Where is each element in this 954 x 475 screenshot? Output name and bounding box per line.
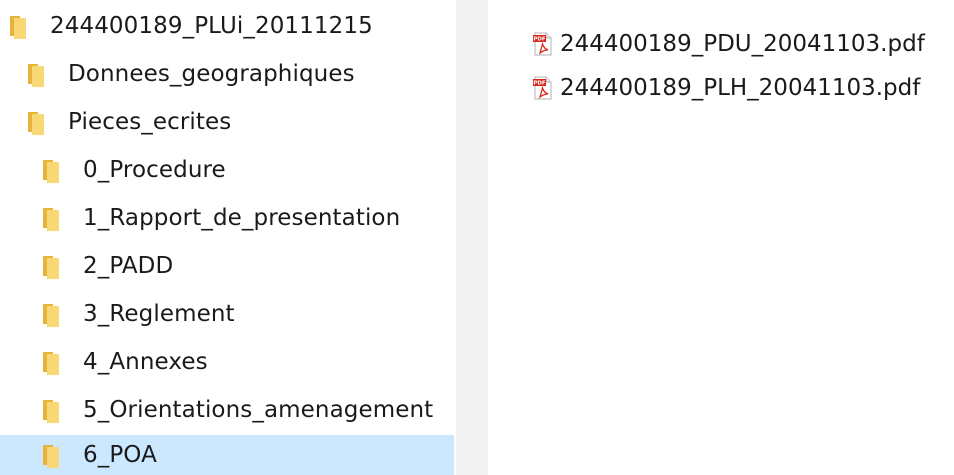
- folder-icon: [43, 442, 65, 468]
- folder-icon: [43, 397, 65, 423]
- svg-text:PDF: PDF: [533, 81, 546, 87]
- tree-item-donnees-geographiques[interactable]: Donnees_geographiques: [0, 51, 454, 97]
- pdf-icon: PDF: [532, 32, 554, 56]
- folder-icon: [10, 13, 32, 39]
- tree-item-plui-root[interactable]: 244400189_PLUi_20111215: [0, 3, 454, 49]
- file-name: 244400189_PLH_20041103.pdf: [560, 74, 921, 101]
- pane-splitter[interactable]: [456, 0, 488, 475]
- tree-item-0-procedure[interactable]: 0_Procedure: [0, 147, 454, 193]
- tree-item-4-annexes[interactable]: 4_Annexes: [0, 339, 454, 385]
- svg-text:PDF: PDF: [533, 37, 546, 43]
- file-item-pdu-pdf[interactable]: PDF 244400189_PDU_20041103.pdf: [532, 26, 925, 62]
- tree-item-5-orientations-amenagement[interactable]: 5_Orientations_amenagement: [0, 387, 454, 433]
- tree-item-label: 244400189_PLUi_20111215: [50, 12, 373, 39]
- tree-item-label: 4_Annexes: [83, 348, 208, 375]
- file-item-plh-pdf[interactable]: PDF 244400189_PLH_20041103.pdf: [532, 70, 920, 106]
- folder-icon: [43, 157, 65, 183]
- tree-item-label: 5_Orientations_amenagement: [83, 396, 434, 423]
- folder-icon: [43, 301, 65, 327]
- tree-item-6-poa[interactable]: 6_POA: [0, 435, 454, 475]
- tree-item-3-reglement[interactable]: 3_Reglement: [0, 291, 454, 337]
- tree-item-label: Pieces_ecrites: [68, 108, 232, 135]
- tree-item-label: 3_Reglement: [83, 300, 235, 327]
- tree-item-label: 6_POA: [83, 441, 157, 468]
- file-list-pane: PDF 244400189_PDU_20041103.pdf PDF 24440…: [488, 0, 954, 475]
- navigation-pane[interactable]: 244400189_PLUi_20111215 Donnees_geograph…: [0, 0, 456, 475]
- folder-icon: [43, 349, 65, 375]
- tree-item-label: 1_Rapport_de_presentation: [83, 204, 401, 231]
- pdf-icon: PDF: [532, 76, 554, 100]
- file-name: 244400189_PDU_20041103.pdf: [560, 30, 925, 57]
- tree-item-pieces-ecrites[interactable]: Pieces_ecrites: [0, 99, 454, 145]
- tree-item-label: 2_PADD: [83, 252, 174, 279]
- tree-item-label: Donnees_geographiques: [68, 60, 355, 87]
- tree-item-label: 0_Procedure: [83, 156, 226, 183]
- folder-icon: [28, 61, 50, 87]
- folder-icon: [28, 109, 50, 135]
- tree-item-2-padd[interactable]: 2_PADD: [0, 243, 454, 289]
- folder-icon: [43, 253, 65, 279]
- folder-icon: [43, 205, 65, 231]
- tree-item-1-rapport-de-presentation[interactable]: 1_Rapport_de_presentation: [0, 195, 454, 241]
